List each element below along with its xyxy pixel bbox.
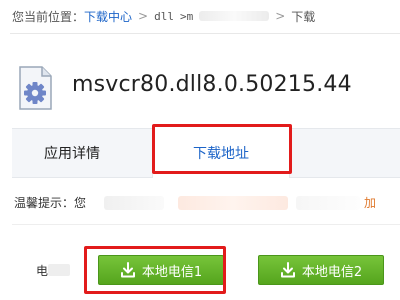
breadcrumb-dll-link[interactable]: dll [154,10,174,23]
download-row-redacted [48,264,70,276]
tip-redacted [296,196,360,210]
breadcrumb-separator: >m [179,9,194,23]
breadcrumb-separator: > [138,9,149,23]
tip-label: 温馨提示： [14,196,75,210]
divider [10,33,400,34]
download-row-label: 电 [36,264,49,278]
breadcrumb-separator: > [275,9,286,23]
breadcrumb: 您当前位置： 下载中心 > dll >m > 下载 [12,6,315,26]
tip-text-end: 加 [364,196,377,210]
breadcrumb-download-center-link[interactable]: 下载中心 [84,8,132,25]
download-button-label: 本地电信1 [141,264,203,280]
download-arrow-icon [120,262,135,278]
breadcrumb-current: 下载 [291,9,316,24]
breadcrumb-prefix: 您当前位置： [12,9,85,24]
breadcrumb-redacted [199,11,270,21]
tab-app-details[interactable]: 应用详情 [12,129,132,177]
tip-redacted [178,196,288,210]
page-title: msvcr80.dll8.0.50215.44 [72,72,352,97]
download-local-telecom-1-button[interactable]: 本地电信1 [98,255,224,285]
dll-file-gear-icon [18,66,52,110]
tab-download-address[interactable]: 下载地址 [152,128,290,178]
tip-text-start: 您 [74,196,87,210]
tip-line: 温馨提示： 您 [14,194,86,211]
download-button-label: 本地电信2 [301,264,363,280]
divider [12,224,400,225]
tip-redacted [104,196,164,210]
download-arrow-icon [280,262,295,278]
download-local-telecom-2-button[interactable]: 本地电信2 [258,255,384,285]
tab-bar: 应用详情 下载地址 [12,128,400,178]
